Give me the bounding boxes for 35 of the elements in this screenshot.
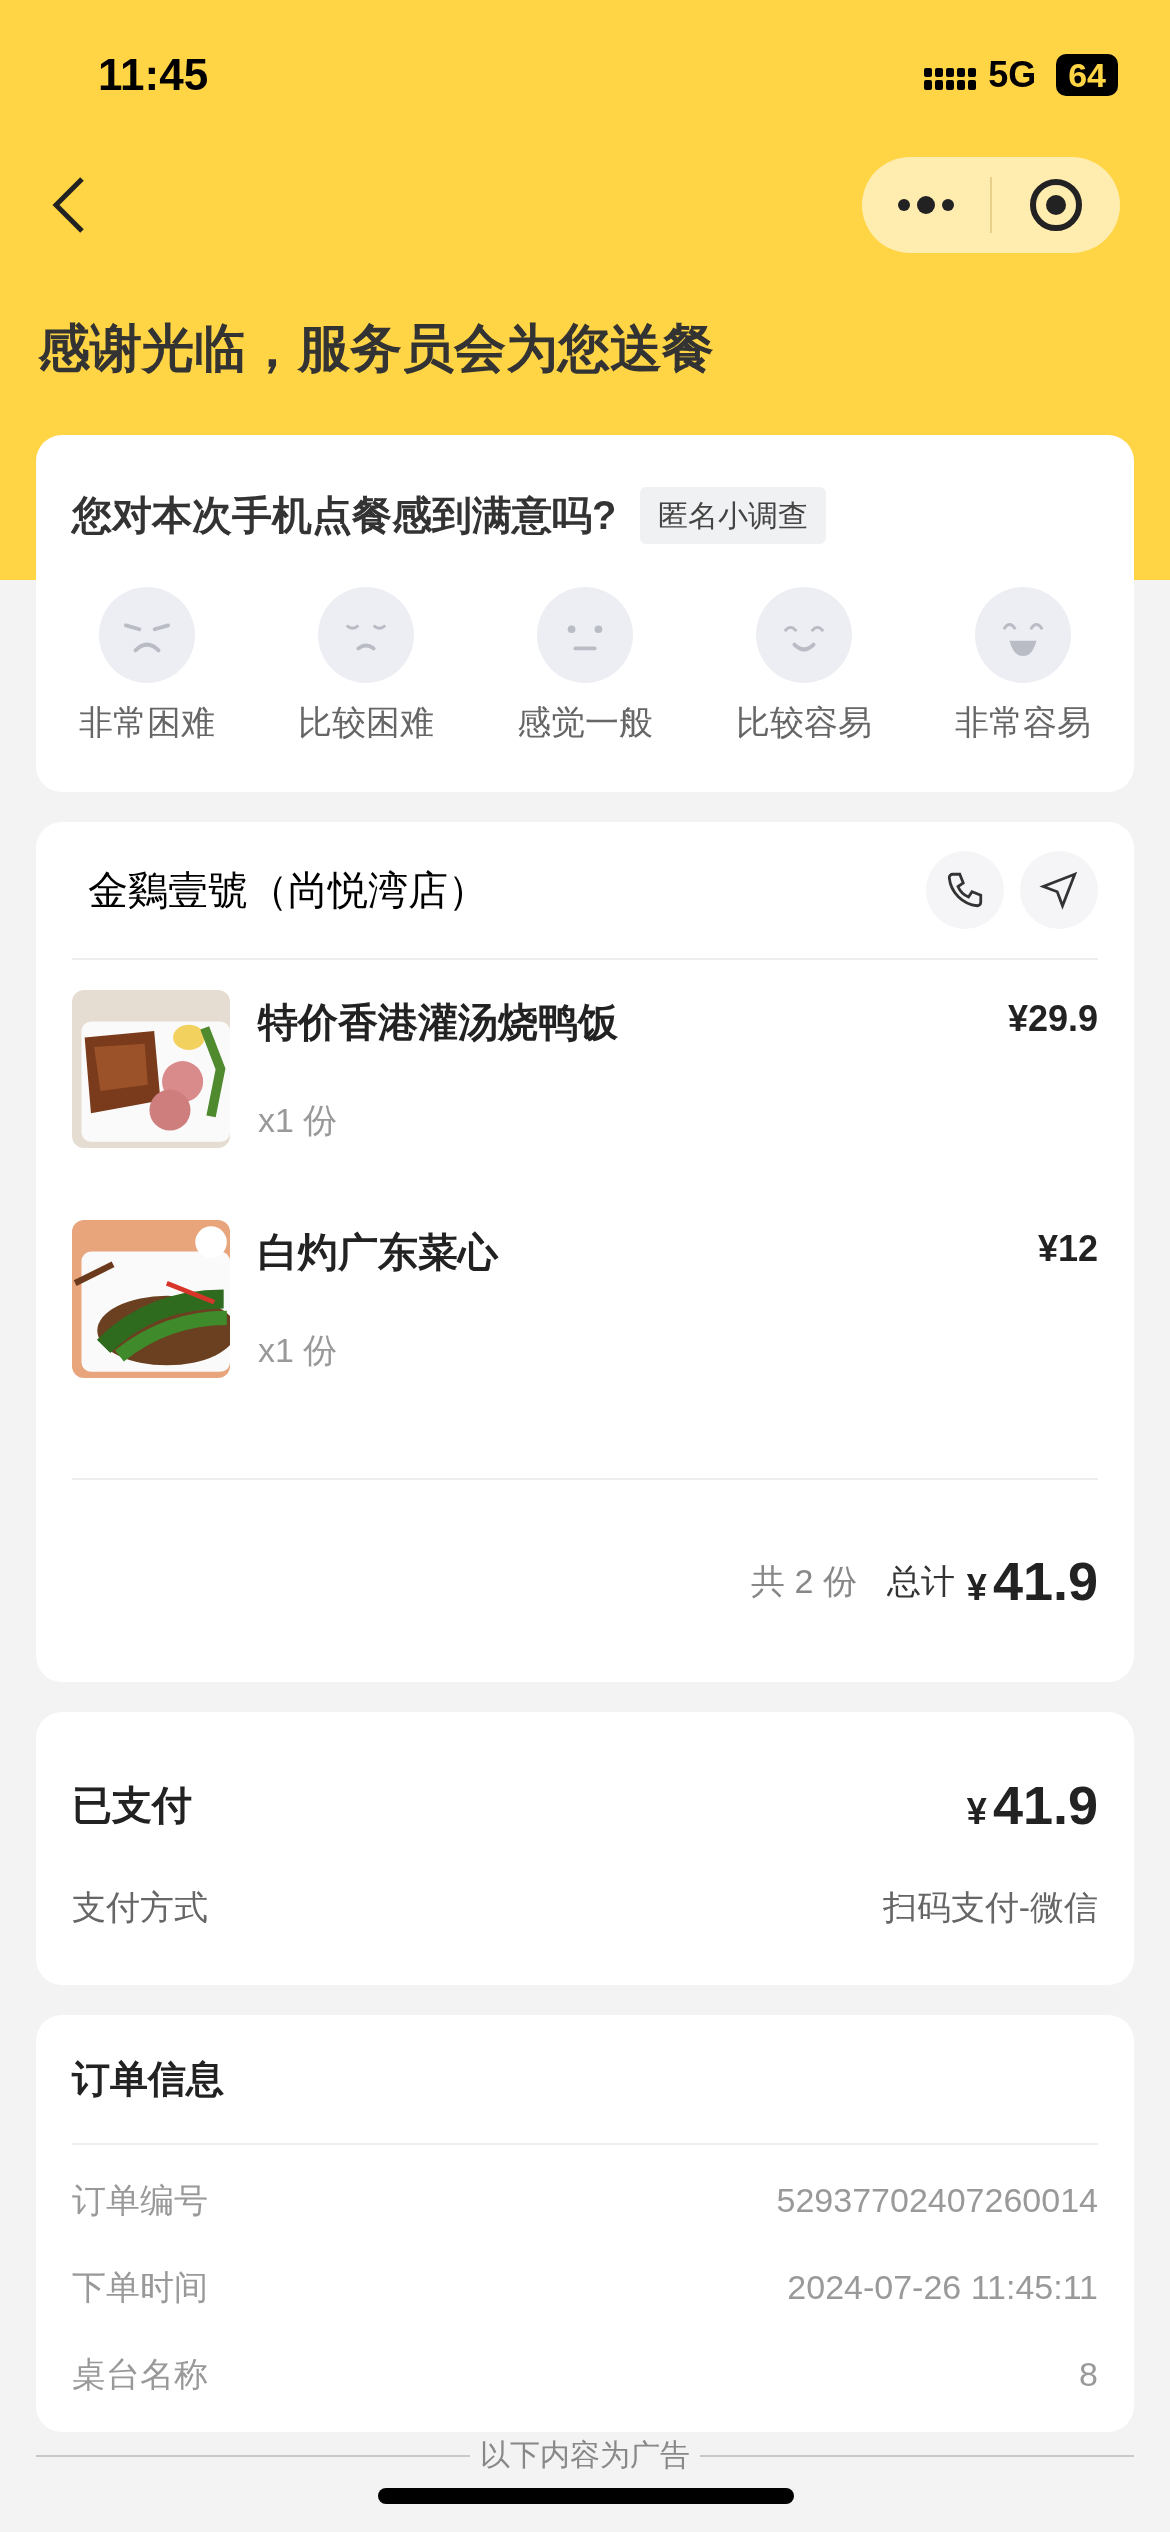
- info-label: 桌台名称: [72, 2354, 208, 2395]
- store-name: 金鷄壹號（尚悦湾店）: [87, 867, 488, 914]
- total-amount: ¥41.9: [966, 1549, 1098, 1613]
- navigate-icon: [1038, 869, 1080, 911]
- payment-method-label: 支付方式: [72, 1886, 208, 1928]
- back-icon[interactable]: [50, 175, 86, 235]
- info-label: 订单编号: [72, 2180, 208, 2221]
- item-name: 白灼广东菜心: [258, 1229, 498, 1276]
- item-price: ¥12: [1037, 1227, 1098, 1271]
- more-icon[interactable]: [896, 195, 956, 215]
- info-value: 8: [1079, 2354, 1098, 2395]
- page-title: 感谢光临，服务员会为您送餐: [38, 317, 714, 379]
- info-label: 下单时间: [72, 2267, 208, 2308]
- survey-tag: 匿名小调查: [640, 486, 827, 544]
- info-value: 52937702407260014: [776, 2180, 1098, 2221]
- paid-amount: ¥41.9: [966, 1773, 1098, 1837]
- item-quantity: x1 份: [258, 1100, 339, 1141]
- payment-method: 扫码支付-微信: [882, 1886, 1098, 1928]
- info-value: 2024-07-26 11:45:11: [787, 2267, 1098, 2308]
- rating-label[interactable]: 非常困难: [79, 697, 215, 748]
- survey-question: 您对本次手机点餐感到满意吗?: [72, 492, 617, 539]
- item-name: 特价香港灌汤烧鸭饭: [258, 999, 618, 1046]
- rating-label[interactable]: 比较容易: [736, 697, 872, 748]
- rating-label[interactable]: 比较困难: [298, 697, 434, 748]
- status-time: 11:45: [98, 49, 209, 101]
- rating-label[interactable]: 非常容易: [955, 697, 1091, 748]
- payment-status: 已支付: [72, 1782, 192, 1829]
- rating-label[interactable]: 感觉一般: [517, 697, 653, 748]
- order-info-title: 订单信息: [72, 2056, 224, 2102]
- total-label: 总计: [886, 1560, 955, 1602]
- item-quantity: x1 份: [258, 1330, 339, 1371]
- network-label: 5G: [988, 53, 1037, 97]
- item-price: ¥29.9: [1007, 997, 1098, 1041]
- battery-indicator: 64: [1056, 54, 1118, 96]
- item-count: 共 2 份: [751, 1560, 857, 1602]
